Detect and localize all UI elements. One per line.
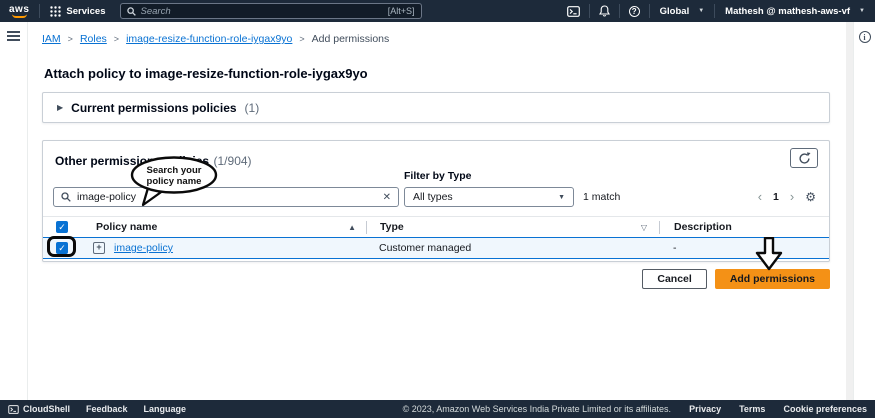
bell-icon	[598, 5, 610, 17]
type-header-label: Type	[380, 221, 404, 233]
footer-right: © 2023, Amazon Web Services India Privat…	[403, 404, 867, 414]
breadcrumb-current: Add permissions	[311, 33, 390, 45]
account-label: Mathesh @ mathesh-aws-vf	[725, 5, 851, 17]
page-number[interactable]: 1	[773, 191, 779, 203]
sort-ascending-icon[interactable]: ▲	[348, 223, 356, 232]
current-permissions-section[interactable]: ▶ Current permissions policies (1)	[42, 92, 830, 123]
services-grid-icon	[50, 5, 62, 17]
aws-logo[interactable]: aws	[9, 3, 30, 18]
footer-left: CloudShell Feedback Language	[8, 404, 186, 414]
table-header-row: ✓ Policy name ▲ Type ▽ Description	[43, 216, 829, 237]
row-description-cell: -	[673, 242, 677, 254]
info-icon[interactable]: i	[858, 31, 871, 43]
policy-search-box: ✕	[53, 187, 399, 207]
services-label: Services	[66, 5, 106, 17]
policy-name-header-label: Policy name	[96, 221, 158, 233]
region-label: Global	[659, 5, 690, 17]
aws-smile-icon	[11, 14, 27, 18]
description-header[interactable]: Description	[659, 220, 829, 234]
right-tools-panel: i	[853, 22, 875, 400]
breadcrumb: IAM Roles image-resize-function-role-iyg…	[42, 33, 389, 45]
privacy-link[interactable]: Privacy	[689, 404, 721, 414]
breadcrumb-separator	[299, 33, 304, 45]
page-title: Attach policy to image-resize-function-r…	[44, 66, 368, 81]
table-settings-gear-icon[interactable]: ⚙	[805, 190, 816, 204]
expand-triangle-icon[interactable]: ▶	[57, 103, 63, 112]
account-menu[interactable]: Mathesh @ mathesh-aws-vf ▼	[715, 0, 875, 22]
top-navigation-bar: aws Services [Alt+S]	[0, 0, 875, 22]
global-search-input[interactable]	[140, 5, 383, 17]
language-button[interactable]: Language	[144, 404, 187, 414]
search-icon	[61, 192, 71, 202]
policy-search-input[interactable]	[77, 191, 377, 203]
vertical-scrollbar[interactable]	[846, 22, 853, 400]
terms-link[interactable]: Terms	[739, 404, 765, 414]
help-button[interactable]: ?	[620, 0, 649, 22]
down-arrow-shape	[755, 236, 783, 271]
description-header-label: Description	[674, 221, 732, 233]
policy-name-link[interactable]: image-policy	[114, 242, 173, 254]
footer-bar: CloudShell Feedback Language © 2023, Ama…	[0, 400, 875, 418]
breadcrumb-roles[interactable]: Roles	[80, 33, 107, 45]
row-type-cell: Customer managed	[379, 242, 472, 254]
global-search-bar[interactable]: [Alt+S]	[119, 3, 422, 19]
pagination: ‹ 1 › ⚙	[758, 190, 816, 204]
notifications-button[interactable]	[590, 0, 619, 22]
cloudshell-label: CloudShell	[23, 404, 70, 414]
aws-console-page: aws Services [Alt+S]	[0, 0, 875, 418]
next-page-icon[interactable]: ›	[790, 190, 794, 203]
services-menu[interactable]: Services	[40, 0, 115, 22]
add-permissions-button[interactable]: Add permissions	[714, 269, 830, 289]
checkbox-highlight-annotation	[47, 236, 76, 257]
chevron-down-icon: ▼	[558, 193, 565, 201]
chevron-down-icon: ▼	[698, 8, 705, 14]
current-permissions-count: (1)	[244, 100, 260, 115]
sort-descending-outline-icon[interactable]: ▽	[641, 223, 647, 232]
down-arrow-annotation	[753, 236, 785, 271]
refresh-icon	[798, 151, 811, 164]
filter-by-type-label: Filter by Type	[404, 170, 472, 182]
annotation-tip-text: Search your policy name	[146, 165, 202, 187]
refresh-button[interactable]	[790, 148, 818, 168]
select-all-cell: ✓	[43, 221, 81, 233]
cloudshell-nav-button[interactable]	[558, 0, 589, 22]
row-policy-name-cell: + image-policy	[81, 242, 366, 254]
clear-search-icon[interactable]: ✕	[383, 192, 391, 203]
search-shortcut-hint: [Alt+S]	[387, 6, 415, 16]
main-content: IAM Roles image-resize-function-role-iyg…	[28, 22, 853, 400]
question-icon: ?	[628, 5, 640, 17]
form-actions: Cancel Add permissions	[642, 269, 830, 289]
type-filter-dropdown[interactable]: All types ▼	[404, 187, 574, 207]
table-row[interactable]: ✓ + image-policy Customer managed -	[43, 237, 829, 259]
cancel-button[interactable]: Cancel	[642, 269, 707, 289]
breadcrumb-role-name[interactable]: image-resize-function-role-iygax9yo	[126, 33, 292, 45]
select-all-checkbox[interactable]: ✓	[56, 221, 68, 233]
breadcrumb-separator	[68, 33, 73, 45]
type-filter-value: All types	[413, 191, 453, 203]
current-permissions-title: Current permissions policies	[71, 100, 237, 115]
expand-row-icon[interactable]: +	[93, 242, 105, 254]
chevron-down-icon: ▼	[859, 8, 865, 14]
left-sidebar-collapsed	[0, 22, 28, 400]
copyright-text: © 2023, Amazon Web Services India Privat…	[402, 404, 672, 414]
cloudshell-footer-button[interactable]: CloudShell	[8, 404, 70, 414]
breadcrumb-iam[interactable]: IAM	[42, 33, 61, 45]
cookie-preferences-link[interactable]: Cookie preferences	[783, 404, 867, 414]
type-header[interactable]: Type ▽	[366, 220, 659, 234]
aws-logo-text: aws	[9, 3, 30, 15]
match-count: 1 match	[583, 191, 621, 203]
speech-bubble-annotation: Search your policy name	[128, 156, 220, 210]
feedback-button[interactable]: Feedback	[86, 404, 128, 414]
region-selector[interactable]: Global ▼	[650, 0, 715, 22]
search-icon	[126, 6, 136, 16]
previous-page-icon[interactable]: ‹	[758, 190, 762, 203]
cloudshell-terminal-icon	[566, 5, 580, 17]
cloudshell-terminal-icon	[8, 404, 19, 414]
breadcrumb-separator	[114, 33, 119, 45]
nav-right-tools: ? Global ▼ Mathesh @ mathesh-aws-vf ▼	[558, 0, 875, 22]
hamburger-menu-icon[interactable]	[7, 31, 20, 41]
policy-name-header[interactable]: Policy name ▲	[81, 221, 366, 233]
